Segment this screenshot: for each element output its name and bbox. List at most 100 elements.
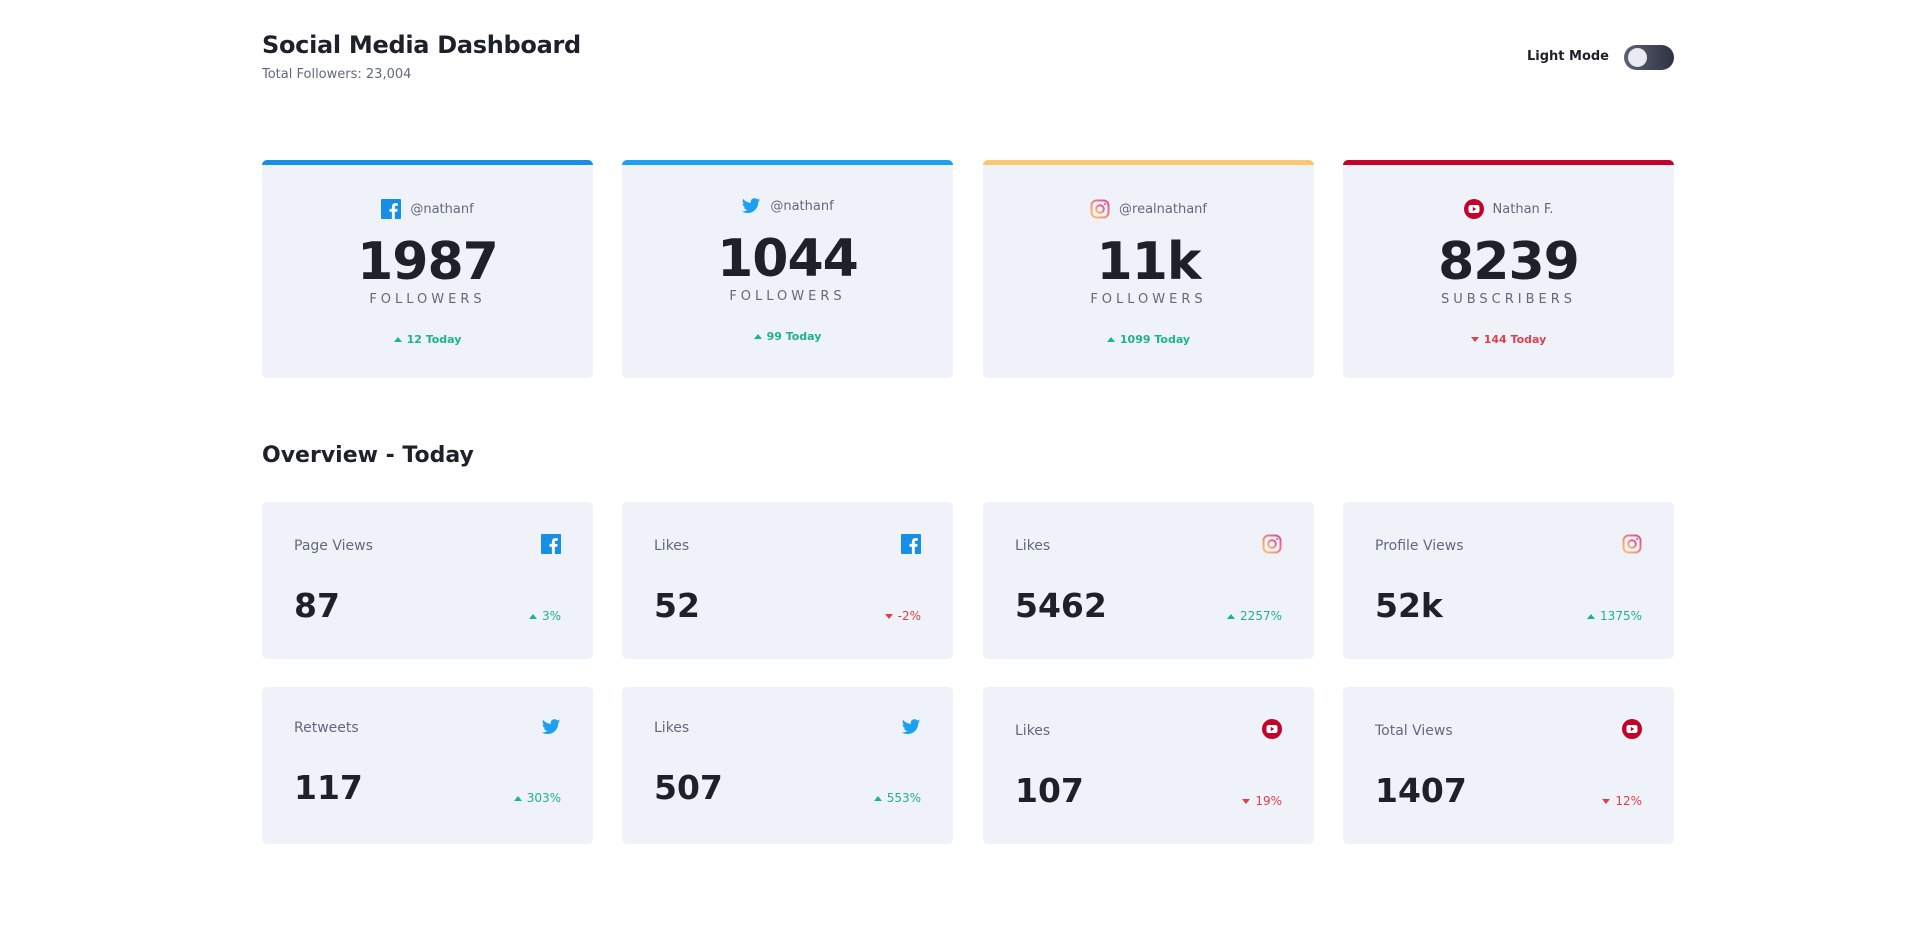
follower-cards: @nathanf 1987 FOLLOWERS 12 Today @nathan…	[262, 160, 1674, 378]
card-accent-bar	[1343, 160, 1674, 165]
delta-text: -2%	[897, 609, 921, 623]
page-title: Social Media Dashboard	[262, 31, 581, 59]
overview-card-twitter-likes[interactable]: Likes 507 553%	[622, 687, 953, 844]
arrow-down-icon	[1602, 798, 1611, 804]
youtube-icon	[1463, 199, 1484, 219]
delta-text: 1375%	[1600, 609, 1642, 623]
follower-unit: FOLLOWERS	[729, 289, 846, 304]
youtube-icon	[1262, 719, 1282, 739]
twitter-icon	[741, 196, 761, 216]
overview-card-facebook-likes[interactable]: Likes 52 -2%	[622, 502, 953, 659]
follower-unit: SUBSCRIBERS	[1440, 292, 1577, 307]
overview-value: 507	[654, 768, 723, 807]
follower-count: 1987	[357, 232, 499, 292]
handle: @nathanf	[770, 198, 834, 214]
follower-delta: 1099 Today	[983, 331, 1314, 347]
delta-text: 19%	[1255, 794, 1282, 808]
follower-count: 1044	[717, 229, 859, 289]
arrow-down-icon	[1242, 798, 1251, 804]
delta-text: 1099 Today	[1119, 332, 1191, 346]
arrow-down-icon	[884, 613, 893, 619]
arrow-down-icon	[1470, 336, 1479, 342]
follower-delta: 99 Today	[622, 328, 953, 344]
follower-card-instagram[interactable]: @realnathanf 11k FOLLOWERS 1099 Today	[983, 160, 1314, 378]
follower-card-youtube[interactable]: Nathan F. 8239 SUBSCRIBERS 144 Today	[1343, 160, 1674, 378]
overview-value: 117	[294, 768, 363, 807]
overview-card-youtube-total-views[interactable]: Total Views 1407 12%	[1343, 687, 1674, 844]
arrow-up-icon	[1106, 336, 1115, 342]
overview-title: Overview - Today	[262, 443, 474, 468]
handle: @realnathanf	[1119, 201, 1207, 217]
follower-delta: 12 Today	[262, 331, 593, 347]
arrow-up-icon	[1227, 613, 1236, 619]
follower-delta: 144 Today	[1343, 331, 1674, 347]
follower-card-facebook[interactable]: @nathanf 1987 FOLLOWERS 12 Today	[262, 160, 593, 378]
mode-label: Light Mode	[1526, 49, 1609, 64]
overview-value: 1407	[1375, 771, 1467, 810]
arrow-up-icon	[1587, 613, 1596, 619]
card-accent-bar	[983, 160, 1314, 165]
arrow-up-icon	[393, 336, 402, 342]
overview-card-instagram-profile-views[interactable]: Profile Views 52k 1375%	[1343, 502, 1674, 659]
follower-card-twitter[interactable]: @nathanf 1044 FOLLOWERS 99 Today	[622, 160, 953, 378]
delta-text: 3%	[541, 609, 561, 623]
overview-value: 87	[294, 586, 340, 625]
overview-label: Page Views	[294, 538, 373, 554]
arrow-up-icon	[873, 795, 882, 801]
delta-text: 12 Today	[406, 332, 462, 346]
overview-delta: 553%	[873, 791, 921, 805]
follower-unit: FOLLOWERS	[1090, 292, 1207, 307]
facebook-icon	[901, 534, 921, 554]
follower-unit: FOLLOWERS	[369, 292, 486, 307]
overview-label: Likes	[1015, 538, 1051, 554]
overview-label: Retweets	[294, 720, 359, 736]
overview-delta: 2257%	[1227, 609, 1282, 623]
overview-label: Profile Views	[1375, 538, 1464, 554]
overview-delta: 303%	[513, 791, 561, 805]
handle: @nathanf	[410, 201, 474, 217]
overview-value: 52k	[1375, 586, 1443, 625]
overview-delta: 3%	[528, 609, 561, 623]
arrow-up-icon	[753, 333, 762, 339]
card-accent-bar	[622, 160, 953, 165]
overview-value: 107	[1015, 771, 1084, 810]
dashboard: Social Media Dashboard Total Followers: …	[262, 0, 1674, 947]
arrow-up-icon	[528, 613, 537, 619]
facebook-icon	[381, 199, 402, 219]
overview-card-instagram-likes[interactable]: Likes 5462 2257%	[983, 502, 1314, 659]
overview-delta: 1375%	[1587, 609, 1642, 623]
delta-text: 12%	[1615, 794, 1642, 808]
toggle-knob	[1628, 48, 1647, 67]
overview-label: Total Views	[1375, 723, 1453, 739]
overview-label: Likes	[1015, 723, 1051, 739]
overview-card-twitter-retweets[interactable]: Retweets 117 303%	[262, 687, 593, 844]
overview-card-youtube-likes[interactable]: Likes 107 19%	[983, 687, 1314, 844]
header: Social Media Dashboard Total Followers: …	[262, 31, 1674, 91]
handle: Nathan F.	[1492, 201, 1554, 217]
delta-text: 553%	[886, 791, 921, 805]
delta-text: 303%	[526, 791, 561, 805]
twitter-icon	[901, 717, 921, 737]
overview-delta: 19%	[1242, 794, 1282, 808]
total-followers: Total Followers: 23,004	[262, 67, 412, 82]
delta-text: 99 Today	[766, 329, 822, 343]
overview-value: 52	[654, 586, 700, 625]
overview-label: Likes	[654, 720, 690, 736]
twitter-icon	[541, 717, 561, 737]
overview-delta: 12%	[1602, 794, 1642, 808]
card-accent-bar	[262, 160, 593, 165]
delta-text: 144 Today	[1483, 332, 1547, 346]
follower-count: 8239	[1438, 232, 1580, 292]
delta-text: 2257%	[1240, 609, 1282, 623]
facebook-icon	[541, 534, 561, 554]
instagram-icon	[1622, 534, 1642, 554]
theme-toggle[interactable]	[1624, 45, 1674, 70]
overview-card-facebook-page-views[interactable]: Page Views 87 3%	[262, 502, 593, 659]
overview-delta: -2%	[884, 609, 921, 623]
instagram-icon	[1090, 199, 1110, 219]
overview-value: 5462	[1015, 586, 1107, 625]
arrow-up-icon	[513, 795, 522, 801]
follower-count: 11k	[1096, 232, 1202, 292]
instagram-icon	[1262, 534, 1282, 554]
youtube-icon	[1622, 719, 1642, 739]
